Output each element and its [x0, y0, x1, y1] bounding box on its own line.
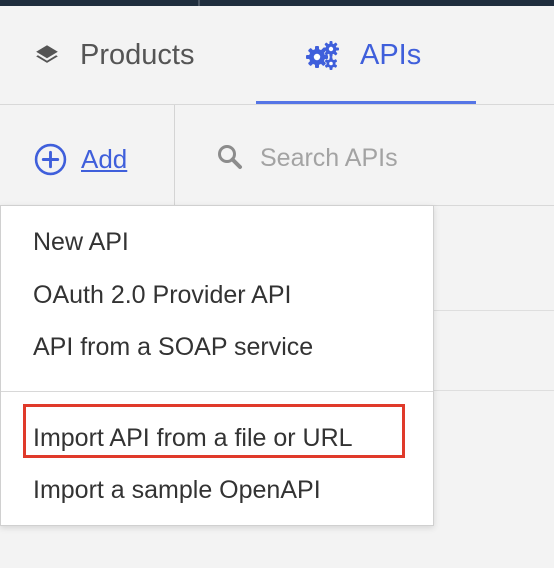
search-icon [216, 143, 244, 176]
gears-icon [304, 39, 340, 71]
toolbar: Add [0, 105, 554, 205]
menu-item-import-sample-openapi[interactable]: Import a sample OpenAPI [33, 476, 321, 505]
tab-products[interactable]: Products [34, 6, 194, 104]
menu-item-soap-api[interactable]: API from a SOAP service [33, 333, 313, 362]
add-button[interactable]: Add [34, 143, 127, 176]
menu-item-new-api[interactable]: New API [33, 228, 129, 257]
tab-apis[interactable]: APIs [304, 6, 421, 104]
tab-bar: Products APIs [0, 6, 554, 108]
toolbar-divider [174, 105, 175, 205]
tab-apis-label: APIs [360, 38, 422, 71]
menu-item-import-api[interactable]: Import API from a file or URL [33, 424, 353, 453]
menu-item-oauth-provider-api[interactable]: OAuth 2.0 Provider API [33, 281, 291, 310]
plus-circle-icon [34, 143, 67, 176]
add-menu-dropdown: New API OAuth 2.0 Provider API API from … [0, 205, 434, 526]
search-input[interactable] [258, 139, 532, 177]
menu-separator [1, 391, 433, 392]
tab-products-label: Products [80, 38, 195, 71]
layers-icon [34, 42, 60, 68]
add-button-label: Add [81, 144, 128, 174]
